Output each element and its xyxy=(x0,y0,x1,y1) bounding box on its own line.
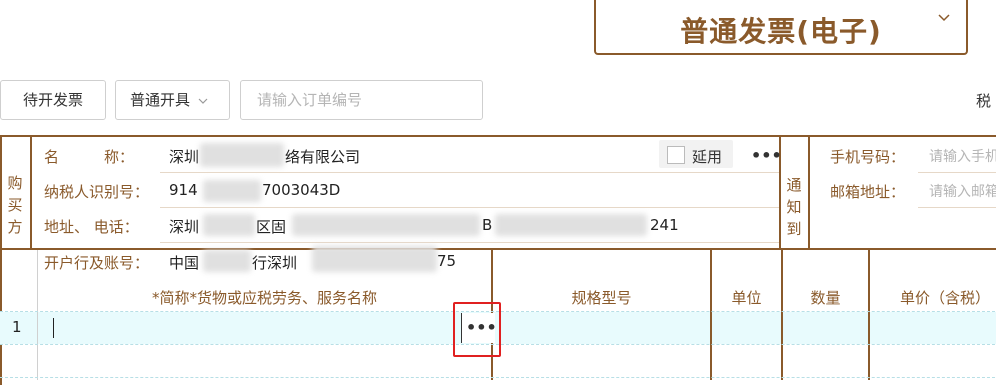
redacted-block xyxy=(312,246,437,272)
divider xyxy=(0,248,996,250)
row-separator xyxy=(918,172,996,173)
text-cursor xyxy=(53,318,54,338)
order-number-input[interactable]: 请输入订单编号 xyxy=(240,80,483,120)
bank-account-label: 开户行及账号： xyxy=(44,254,150,272)
address-value: 深圳 xyxy=(169,218,200,236)
buyer-name-value-suffix: 络有限公司 xyxy=(285,148,361,166)
bank-value: 中国 xyxy=(169,254,200,272)
more-icon[interactable]: ••• xyxy=(751,146,782,165)
notify-section-label: 通 知 到 xyxy=(786,176,802,238)
highlight-box xyxy=(453,302,501,357)
invoice-type-title: 普通发票(电子) xyxy=(680,15,882,48)
redacted-block xyxy=(200,143,284,167)
row-separator xyxy=(160,242,779,243)
tax-id-label: 纳税人识别号： xyxy=(44,183,150,201)
extend-label: 延用 xyxy=(692,148,723,166)
redacted-block xyxy=(203,214,255,236)
phone-value: 241 xyxy=(650,216,679,234)
divider xyxy=(0,377,996,378)
column-header-qty: 数量 xyxy=(810,289,841,307)
phone-label: 手机号码： xyxy=(830,148,906,166)
tax-label-truncated: 税 xyxy=(976,92,992,110)
column-header-unit: 单位 xyxy=(731,289,762,307)
bank-value-3: 75 xyxy=(437,252,457,270)
row-separator xyxy=(918,207,996,208)
redacted-block xyxy=(495,214,647,236)
email-input[interactable]: 请输入邮箱 xyxy=(929,181,996,201)
buyer-section-label: 购 买 方 xyxy=(7,174,23,236)
divider xyxy=(37,250,38,380)
phone-input[interactable]: 请输入手机 xyxy=(929,146,996,166)
column-header-price: 单价（含税） xyxy=(899,289,990,307)
divider xyxy=(781,250,783,380)
address-value-2: 区固 xyxy=(256,218,287,236)
extend-checkbox[interactable] xyxy=(667,146,685,164)
bank-value-2: 行深圳 xyxy=(252,254,298,272)
divider xyxy=(868,250,870,380)
divider xyxy=(808,135,810,250)
redacted-block xyxy=(203,250,251,272)
email-label: 邮箱地址： xyxy=(830,183,906,201)
chevron-down-icon[interactable] xyxy=(938,10,950,26)
address-value-3: B xyxy=(482,216,493,234)
divider xyxy=(710,250,712,380)
buyer-name-value: 深圳 xyxy=(169,148,200,166)
tax-id-value: 914 xyxy=(169,181,198,199)
row-separator xyxy=(160,207,779,208)
address-phone-label: 地址、 电话： xyxy=(44,218,139,236)
column-header-name: *简称*货物或应税劳务、服务名称 xyxy=(151,289,377,307)
column-header-spec: 规格型号 xyxy=(571,289,632,307)
row-index: 1 xyxy=(12,318,22,336)
row-separator xyxy=(160,172,779,173)
pending-invoices-button[interactable]: 待开发票 xyxy=(0,80,106,120)
tax-id-value-suffix: 7003043D xyxy=(262,181,341,199)
chevron-down-icon xyxy=(194,95,208,108)
buyer-name-label: 名 称： xyxy=(44,148,135,166)
redacted-block xyxy=(292,214,480,236)
invoice-type-select[interactable]: 普通发票(电子) xyxy=(594,0,968,55)
redacted-block xyxy=(203,180,261,202)
issue-mode-label: 普通开具 xyxy=(130,91,191,109)
issue-mode-dropdown[interactable]: 普通开具 xyxy=(115,80,230,120)
divider xyxy=(30,135,32,250)
